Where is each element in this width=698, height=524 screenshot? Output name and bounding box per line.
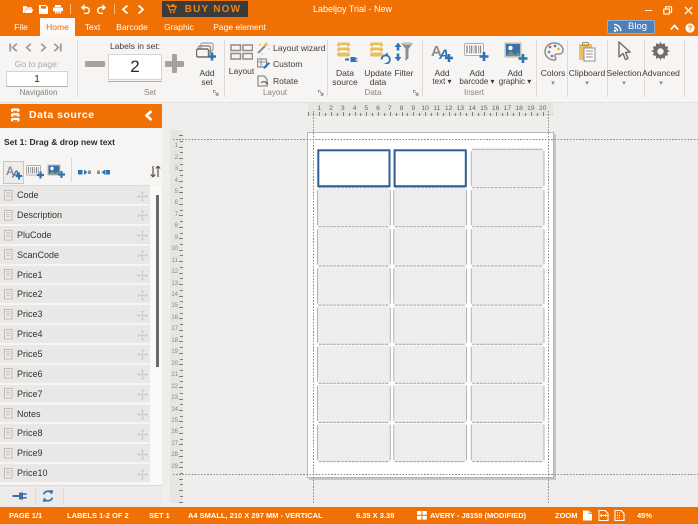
svg-text:?: ? <box>687 23 692 32</box>
svg-text:A: A <box>438 46 449 62</box>
